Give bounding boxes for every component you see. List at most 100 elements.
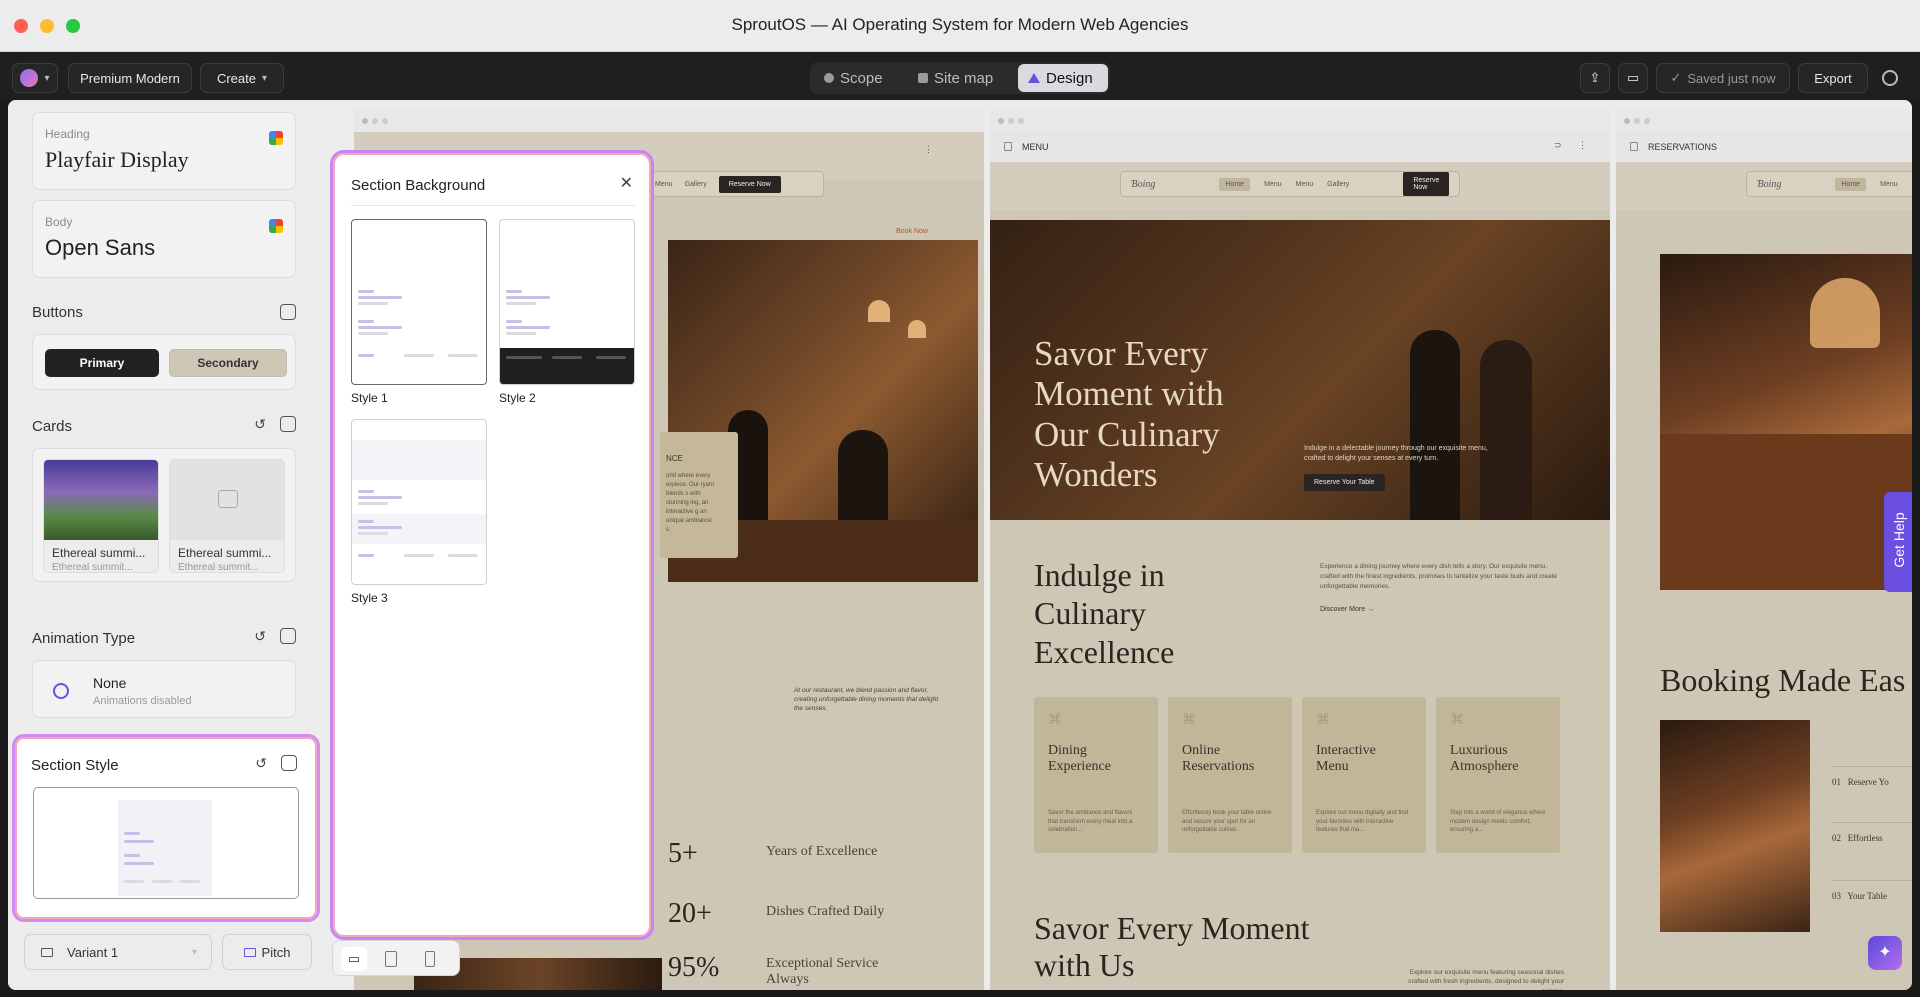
discover-link[interactable]: Discover More → (1320, 606, 1374, 613)
page-preview-reservations[interactable]: RESERVATIONS Ɓoing Home Menu Booking Mad… (1616, 110, 1912, 990)
feature-card[interactable]: ⌘ Dining Experience Savor the ambiance a… (1034, 697, 1158, 853)
site-map-icon (918, 73, 928, 83)
animation-value: None (93, 675, 127, 691)
close-icon[interactable]: ✕ (620, 173, 633, 193)
animation-type-card[interactable]: None Animations disabled (32, 660, 296, 718)
cube-icon[interactable] (280, 628, 296, 644)
bottom-text: Explore our exquisite menu featuring sea… (1408, 969, 1564, 990)
tab-scope[interactable]: Scope (814, 64, 893, 92)
feature-icon: ⌘ (1316, 711, 1330, 727)
export-button-label: Export (1814, 70, 1852, 86)
nav-gallery[interactable]: Gallery (685, 181, 707, 188)
feature-desc: Savor the ambiance and flavors that tran… (1048, 810, 1133, 834)
reserve-now-button[interactable]: Reserve Now (718, 175, 781, 193)
workspace-switcher[interactable]: ▾ (12, 63, 58, 93)
image-icon (218, 490, 238, 508)
undo-icon[interactable]: ↺ (254, 416, 266, 433)
card-subtitle: Ethereal summit... (178, 562, 259, 573)
cube-icon[interactable] (280, 416, 296, 432)
arrow-right-icon: → (1367, 606, 1375, 613)
preview-chrome (1616, 110, 1912, 132)
tab-design[interactable]: Design (1018, 64, 1108, 92)
nav-home[interactable]: Home (1219, 177, 1251, 191)
site-logo[interactable]: Ɓoing (1131, 179, 1155, 190)
undo-icon[interactable]: ↺ (255, 755, 267, 772)
nav-gallery[interactable]: Gallery (1327, 181, 1349, 188)
more-icon[interactable]: ⋮ (924, 144, 933, 155)
step-num: 03 (1832, 891, 1841, 901)
style-option-2[interactable] (499, 219, 635, 385)
export-button[interactable]: Export (1798, 63, 1868, 93)
page-preview-menu[interactable]: MENU ⊃ ⋮ Ɓoing Home Menu Menu Gallery Re… (990, 110, 1610, 990)
page-label: MENU (1022, 142, 1049, 152)
reserve-now-button[interactable]: Reserve Now (1403, 172, 1450, 196)
ai-assistant-button[interactable]: ✦ (1868, 936, 1902, 970)
secondary-button-sample[interactable]: Secondary (169, 349, 287, 377)
share-button[interactable]: ⇪ (1580, 63, 1610, 93)
undo-icon[interactable]: ↺ (254, 628, 266, 645)
nav-home[interactable]: Home (1835, 177, 1867, 191)
style-option-2-label: Style 2 (499, 391, 536, 405)
feature-desc: Step into a world of elegance where mode… (1450, 810, 1546, 834)
booking-photo (1660, 720, 1810, 932)
more-icon[interactable]: ⋮ (1578, 140, 1587, 151)
style-option-1-label: Style 1 (351, 391, 388, 405)
cards-preview-card: Ethereal summi... Ethereal summit... Eth… (32, 448, 296, 582)
reserve-table-button[interactable]: Reserve Your Table (1304, 474, 1385, 491)
pitch-button[interactable]: Pitch (222, 934, 312, 970)
theme-button[interactable]: Premium Modern (68, 63, 192, 93)
variant-label: Variant 1 (67, 944, 119, 960)
primary-button-sample[interactable]: Primary (45, 349, 159, 377)
step-item: 02 Effortless (1832, 822, 1912, 843)
feature-desc: Effortlessly book your table online and … (1182, 810, 1272, 834)
site-logo[interactable]: Ɓoing (1757, 179, 1781, 190)
style-option-3-label: Style 3 (351, 591, 388, 605)
chevron-down-icon: ▾ (191, 946, 197, 958)
feature-title: Luxurious Atmosphere (1450, 743, 1519, 775)
desktop-icon[interactable]: ▭ (341, 947, 367, 971)
tab-scope-label: Scope (840, 69, 883, 87)
style-option-1[interactable] (351, 219, 487, 385)
step-label: Reserve Yo (1847, 777, 1889, 787)
create-button[interactable]: Create ▾ (200, 63, 284, 93)
heading-font-label: Heading (45, 127, 90, 141)
tab-site-map[interactable]: Site map (908, 64, 1003, 92)
cube-icon[interactable] (281, 755, 297, 771)
presentation-icon (243, 947, 256, 957)
comments-button[interactable]: ▭ (1618, 63, 1648, 93)
google-fonts-icon (269, 131, 283, 145)
feature-card[interactable]: ⌘ Online Reservations Effortlessly book … (1168, 697, 1292, 853)
nav-menu[interactable]: Menu (655, 181, 673, 188)
body-font-card[interactable]: Body Open Sans (32, 200, 296, 278)
stat-label: Dishes Crafted Daily (766, 904, 885, 919)
section-title: Indulge in Culinary Excellence (1034, 557, 1175, 670)
nav-menu[interactable]: Menu (1880, 181, 1898, 188)
view-switcher: Scope Site map Design (810, 62, 1110, 94)
feature-title: Dining Experience (1048, 743, 1111, 775)
feature-icon: ⌘ (1182, 711, 1196, 727)
device-switcher: ▭ (332, 940, 460, 976)
nav-menu-dropdown[interactable]: Menu (1296, 181, 1314, 188)
section-style-title: Section Style (31, 757, 119, 774)
link-icon[interactable]: ⊃ (1554, 140, 1562, 151)
section-style-preview[interactable] (33, 787, 299, 899)
tablet-icon[interactable] (385, 951, 397, 967)
card-sample[interactable]: Ethereal summi... Ethereal summit... (169, 459, 285, 573)
feature-card[interactable]: ⌘ Interactive Menu Explore our menu digi… (1302, 697, 1426, 853)
stat-value: 95% (668, 952, 720, 983)
heading-font-value: Playfair Display (45, 147, 189, 172)
nav-menu[interactable]: Menu (1264, 181, 1282, 188)
style-option-3[interactable] (351, 419, 487, 585)
section-text: Experience a dining journey where every … (1320, 563, 1558, 590)
get-help-tab[interactable]: Get Help (1884, 492, 1912, 592)
variant-selector[interactable]: Variant 1 ▾ (24, 934, 212, 970)
design-icon (1028, 73, 1040, 83)
heading-font-card[interactable]: Heading Playfair Display (32, 112, 296, 190)
card-sample[interactable]: Ethereal summi... Ethereal summit... (43, 459, 159, 573)
cube-icon[interactable] (280, 304, 296, 320)
popover-divider (351, 205, 635, 206)
book-now-link[interactable]: Book Now (896, 228, 928, 235)
feature-card[interactable]: ⌘ Luxurious Atmosphere Step into a world… (1436, 697, 1560, 853)
user-status-icon[interactable] (1882, 70, 1898, 86)
mobile-icon[interactable] (425, 951, 435, 967)
